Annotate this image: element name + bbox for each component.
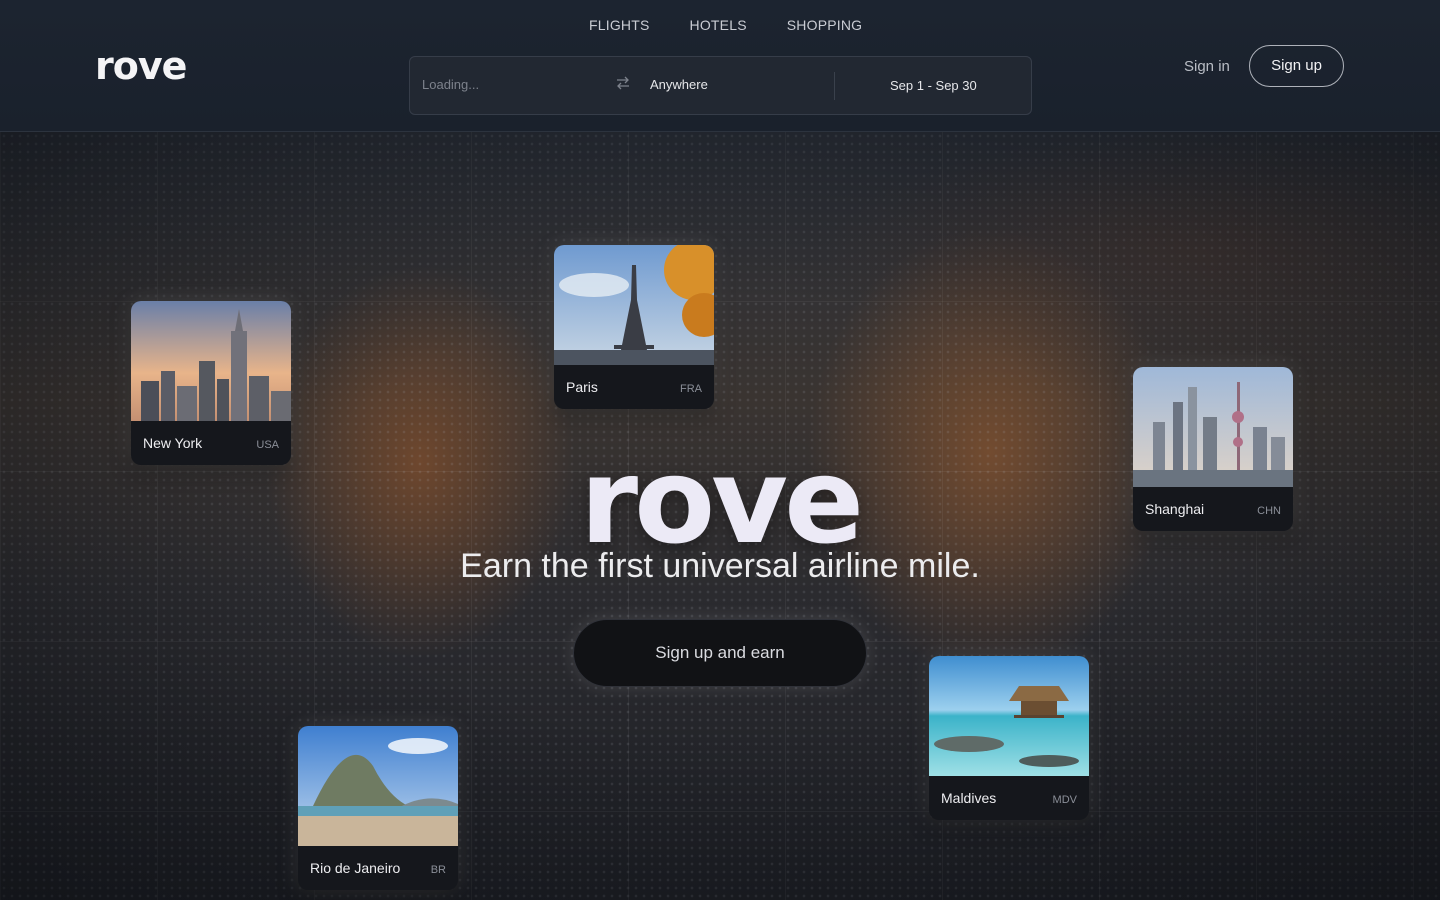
maldives-photo bbox=[929, 656, 1089, 776]
paris-photo bbox=[554, 245, 714, 365]
city-name: Paris bbox=[566, 379, 598, 395]
search-divider bbox=[834, 72, 835, 100]
nav-flights[interactable]: FLIGHTS bbox=[589, 17, 650, 33]
city-card-paris[interactable]: Paris FRA bbox=[554, 245, 714, 409]
date-range-field[interactable]: Sep 1 - Sep 30 bbox=[890, 78, 977, 93]
city-card-rio[interactable]: Rio de Janeiro BR bbox=[298, 726, 458, 890]
country-code: CHN bbox=[1257, 505, 1281, 517]
city-card-new-york[interactable]: New York USA bbox=[131, 301, 291, 465]
destination-field[interactable]: Anywhere bbox=[650, 77, 708, 92]
origin-field[interactable]: Loading... bbox=[422, 77, 479, 92]
new-york-photo bbox=[131, 301, 291, 421]
hero-tagline: Earn the first universal airline mile. bbox=[460, 547, 980, 585]
city-name: Rio de Janeiro bbox=[310, 860, 401, 876]
top-header: rove FLIGHTS HOTELS SHOPPING Loading... … bbox=[0, 0, 1440, 132]
main-nav: FLIGHTS HOTELS SHOPPING bbox=[589, 17, 862, 33]
city-name: Maldives bbox=[941, 790, 997, 806]
sign-up-button[interactable]: Sign up bbox=[1249, 45, 1344, 87]
nav-shopping[interactable]: SHOPPING bbox=[787, 17, 863, 33]
country-code: MDV bbox=[1052, 794, 1077, 806]
city-name: New York bbox=[143, 435, 203, 451]
country-code: FRA bbox=[680, 383, 702, 395]
shanghai-photo bbox=[1133, 367, 1293, 487]
flight-search-bar: Loading... Anywhere Sep 1 - Sep 30 bbox=[409, 56, 1032, 115]
city-card-shanghai[interactable]: Shanghai CHN bbox=[1133, 367, 1293, 531]
sign-in-link[interactable]: Sign in bbox=[1184, 58, 1230, 75]
nav-hotels[interactable]: HOTELS bbox=[690, 17, 747, 33]
city-name: Shanghai bbox=[1145, 501, 1205, 517]
country-code: BR bbox=[430, 864, 446, 876]
swap-arrows-icon[interactable] bbox=[615, 75, 631, 93]
sign-up-and-earn-button[interactable]: Sign up and earn bbox=[573, 619, 867, 687]
rove-logo[interactable]: rove bbox=[95, 44, 187, 88]
rio-photo bbox=[298, 726, 458, 846]
city-card-maldives[interactable]: Maldives MDV bbox=[929, 656, 1089, 820]
country-code: USA bbox=[256, 439, 279, 451]
